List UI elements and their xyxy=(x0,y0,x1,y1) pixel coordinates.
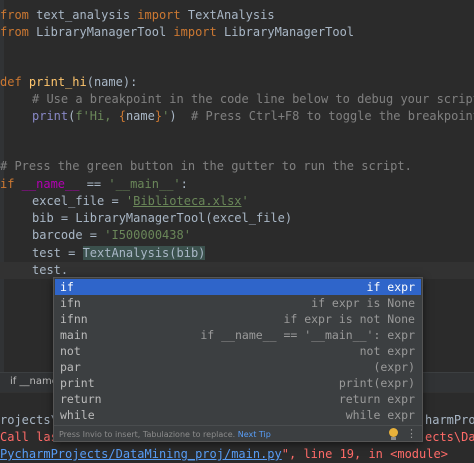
code-line-1[interactable]: from text_analysis import TextAnalysis xyxy=(0,7,275,23)
code-line-comment-1[interactable]: # Use a breakpoint in the code line belo… xyxy=(32,91,474,107)
console-line-2-right: ects\Dat xyxy=(425,430,474,444)
console-line-1-right: harmProj xyxy=(425,413,474,427)
code-line-excel-file[interactable]: excel_file = 'Biblioteca.xlsx' xyxy=(32,193,249,209)
completion-item-par[interactable]: par (expr) xyxy=(55,359,421,375)
completion-item-ifn[interactable]: ifn if expr is None xyxy=(55,295,421,311)
code-line-test-assign[interactable]: test = TextAnalysis(bib) xyxy=(32,245,206,261)
code-line-barcode[interactable]: barcode = 'I500000438' xyxy=(32,227,191,243)
traceback-file-link[interactable]: PycharmProjects/DataMining_proj/main.py xyxy=(0,447,282,461)
completion-item-not[interactable]: not not expr xyxy=(55,343,421,359)
next-tip-link[interactable]: Next Tip xyxy=(238,430,271,439)
completion-popup[interactable]: if if expr ifn if expr is None ifnn if expr… xyxy=(53,277,423,442)
code-line-2[interactable]: from LibraryManagerTool import LibraryMa… xyxy=(0,24,354,40)
code-line-def[interactable]: def print_hi(name): xyxy=(0,74,137,90)
code-line-if-main[interactable]: if __name__ == '__main__': xyxy=(0,176,188,192)
code-line-print[interactable]: print(f'Hi, {name}') # Press Ctrl+F8 to … xyxy=(32,108,474,124)
completion-item-while[interactable]: while while expr xyxy=(55,407,421,423)
console-line-3: PycharmProjects/DataMining_proj/main.py"… xyxy=(0,447,448,461)
kebab-menu-icon[interactable]: ⋮ xyxy=(406,427,417,440)
lightbulb-icon[interactable] xyxy=(389,428,398,440)
code-line-comment-2[interactable]: # Press the green button in the gutter t… xyxy=(0,158,412,174)
completion-item-main[interactable]: main if __name__ == '__main__': expr xyxy=(55,327,421,343)
completion-footer: Press Invio to insert, Tabulazione to re… xyxy=(54,425,422,443)
code-line-test-dot[interactable]: test. xyxy=(32,262,68,278)
completion-item-if[interactable]: if if expr xyxy=(55,279,421,295)
code-line-bib[interactable]: bib = LibraryManagerTool(excel_file) xyxy=(32,210,292,226)
completion-item-return[interactable]: return return expr xyxy=(55,391,421,407)
completion-item-print[interactable]: print print(expr) xyxy=(55,375,421,391)
completion-item-ifnn[interactable]: ifnn if expr is not None xyxy=(55,311,421,327)
